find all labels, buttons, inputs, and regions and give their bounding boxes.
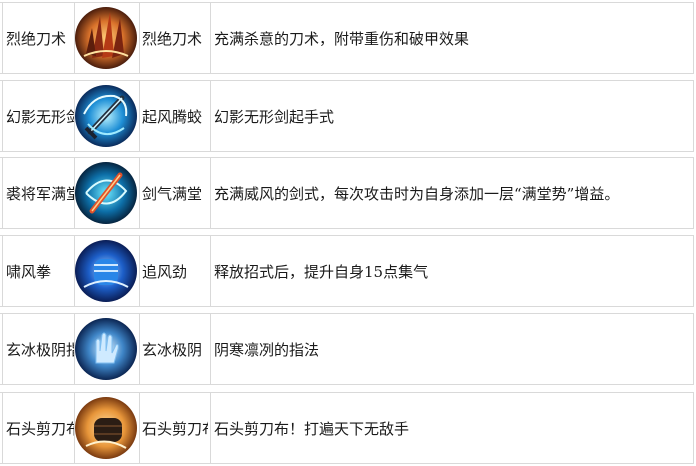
move-description: 充满威风的剑式，每次攻击时为自身添加一层“满堂势”增益。 (214, 184, 620, 203)
flaming-sword-icon (74, 161, 138, 225)
move-description: 释放招式后，提升自身15点集气 (214, 262, 429, 281)
move-name: 起风腾蛟 (142, 107, 203, 126)
skill-name: 啸风拳 (6, 262, 52, 281)
skill-name: 幻影无形剑 (6, 107, 74, 126)
skill-name: 石头剪刀布 (6, 419, 74, 438)
phantom-sword-icon (74, 84, 138, 148)
move-name: 追风劲 (142, 262, 188, 281)
rock-fist-icon (74, 396, 138, 460)
wind-fist-icon (74, 239, 138, 303)
skill-name: 玄冰极阴指 (6, 340, 74, 359)
move-name: 玄冰极阴 (142, 340, 203, 359)
table-row: 幻影无形剑 起风腾蛟 幻影无形剑起手式 (0, 80, 696, 152)
blade-strike-icon (74, 6, 138, 70)
table-row: 石头剪刀布 石头剪刀布 石头剪刀布！打遍天下无敌手 (0, 392, 696, 464)
move-description: 幻影无形剑起手式 (214, 107, 335, 126)
move-description: 阴寒凛冽的指法 (214, 340, 320, 359)
move-name: 剑气满堂 (142, 184, 203, 203)
move-name: 石头剪刀布 (142, 419, 208, 438)
table-row: 玄冰极阴指 玄冰极阴 阴寒凛冽的指法 (0, 313, 696, 385)
move-description: 石头剪刀布！打遍天下无敌手 (214, 419, 410, 438)
table-row: 啸风拳 追风劲 释放招式后，提升自身15点集气 (0, 235, 696, 307)
move-name: 烈绝刀术 (142, 29, 203, 48)
table-row: 裘将军满堂 剑气满堂 充满威风的剑式，每次攻击时为自身添加一层“满堂势”增益。 (0, 157, 696, 229)
move-description: 充满杀意的刀术，附带重伤和破甲效果 (214, 29, 470, 48)
table-row: 烈绝刀术 烈绝刀术 充满杀意的刀术，附带重伤和破甲效果 (0, 2, 696, 74)
skill-name: 裘将军满堂 (6, 184, 74, 203)
ice-palm-icon (74, 317, 138, 381)
skill-name: 烈绝刀术 (6, 29, 67, 48)
